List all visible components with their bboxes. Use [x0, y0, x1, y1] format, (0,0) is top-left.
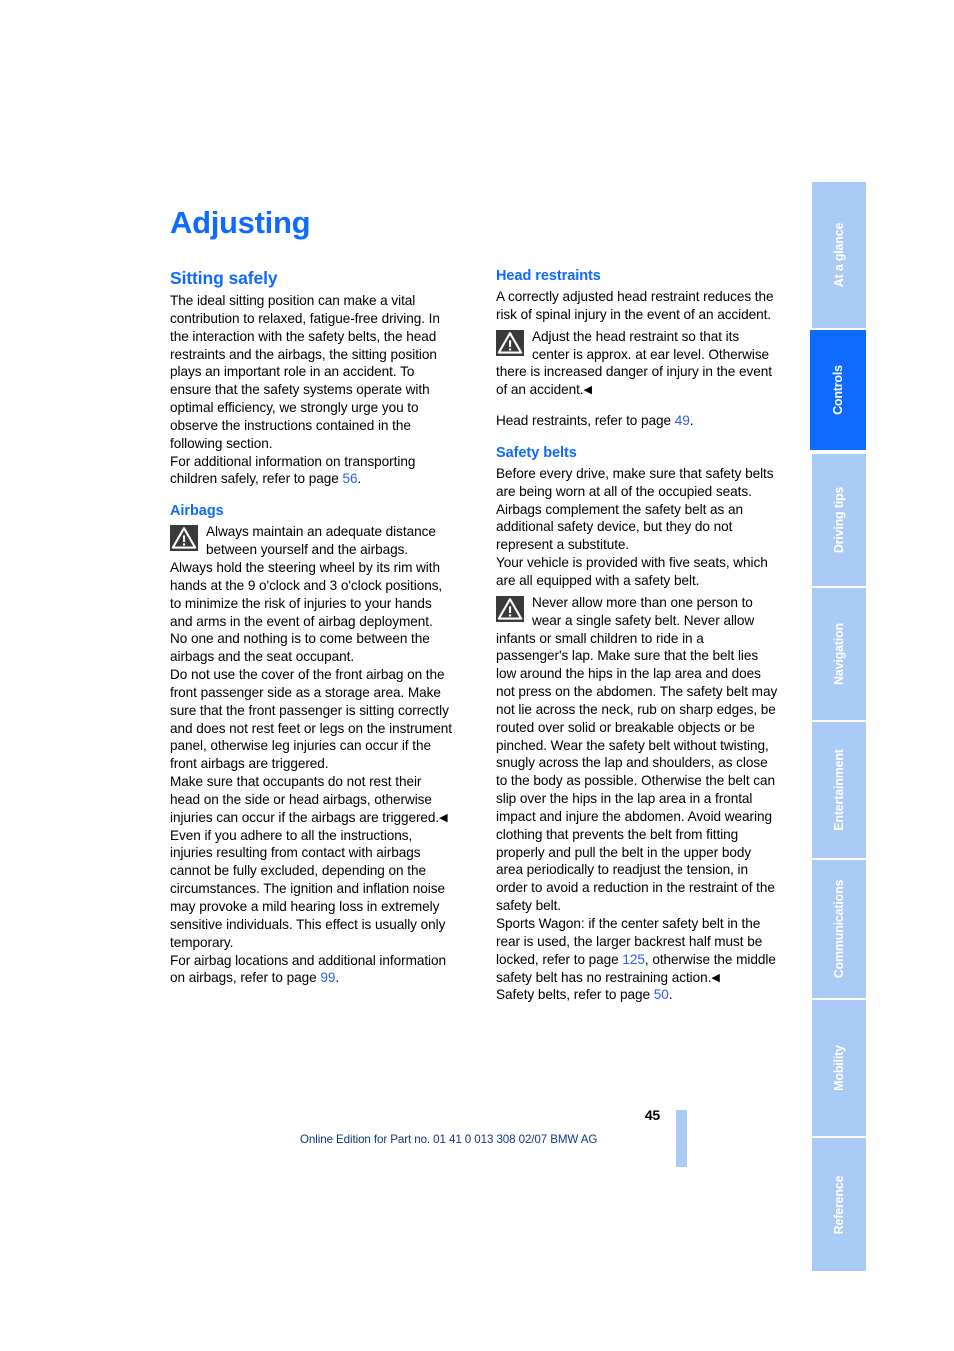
airbags-warning-text-4-wrapper: Make sure that occupants do not rest the… — [170, 773, 452, 827]
children-ref-text: For additional information on transporti… — [170, 453, 416, 487]
head-restraints-warning-text: Adjust the head restraint so that its ce… — [496, 328, 772, 398]
page-link-56[interactable]: 56 — [342, 471, 357, 486]
page-link-125[interactable]: 125 — [622, 952, 645, 967]
page-content: Adjusting Sitting safely The ideal sitti… — [170, 205, 778, 1004]
airbags-page-reference: For airbag locations and additional info… — [170, 952, 452, 988]
safety-belts-seats-paragraph: Your vehicle is provided with five seats… — [496, 555, 768, 588]
manual-page: Adjusting Sitting safely The ideal sitti… — [0, 0, 954, 1351]
airbags-ref-suffix: . — [335, 970, 340, 986]
airbags-warning-block: Always maintain an adequate distance bet… — [170, 523, 452, 630]
warning-end-marker-icon: ◀ — [439, 811, 448, 824]
warning-end-marker-icon: ◀ — [583, 384, 592, 397]
sidebar-tab-communications[interactable]: Communications — [812, 858, 866, 998]
sidebar-tab-controls[interactable]: Controls — [810, 328, 866, 452]
page-link-49[interactable]: 49 — [675, 413, 690, 428]
safety-belts-wagon-paragraph: Sports Wagon: if the center safety belt … — [496, 915, 778, 986]
subsection-heading-safety-belts: Safety belts — [496, 444, 577, 461]
safety-belts-page-reference: Safety belts, refer to page 50. — [496, 986, 778, 1004]
page-link-99[interactable]: 99 — [320, 970, 335, 985]
sidebar-tab-label: Driving tips — [832, 486, 846, 554]
sidebar-tab-label: Controls — [831, 365, 845, 415]
subsection-heading-airbags: Airbags — [170, 503, 224, 520]
page-number-accent-bar — [676, 1110, 687, 1167]
sidebar-tab-label: Entertainment — [832, 749, 846, 831]
subsection-heading-head-restraints: Head restraints — [496, 268, 601, 284]
sidebar-tab-driving-tips[interactable]: Driving tips — [812, 452, 866, 586]
two-column-layout: Sitting safely The ideal sitting positio… — [170, 267, 778, 1004]
safety-belts-warning-block: Never allow more than one person to wear… — [496, 594, 778, 915]
warning-triangle-icon — [496, 595, 524, 622]
left-column: Sitting safely The ideal sitting positio… — [170, 267, 452, 987]
safety-belts-intro: Before every drive, make sure that safet… — [496, 465, 774, 553]
safety-belts-warning-text: Never allow more than one person to wear… — [496, 594, 778, 914]
airbags-warning-text-4: Make sure that occupants do not rest the… — [170, 774, 440, 825]
sidebar-tab-at-a-glance[interactable]: At a glance — [812, 182, 866, 328]
sidebar-tab-label: Navigation — [832, 623, 846, 685]
head-restraints-intro: A correctly adjusted head restraint redu… — [496, 289, 774, 322]
sidebar-tab-mobility[interactable]: Mobility — [812, 998, 866, 1136]
airbags-note-paragraph: Even if you adhere to all the instructio… — [170, 827, 446, 950]
sidebar-tab-label: At a glance — [832, 222, 846, 288]
chapter-register-sidebar: At a glance Controls Driving tips Naviga… — [810, 182, 866, 1271]
page-title: Adjusting — [170, 205, 311, 240]
right-column: Head restraints A correctly adjusted hea… — [496, 267, 778, 1004]
sidebar-tab-navigation[interactable]: Navigation — [812, 586, 866, 720]
head-restraints-warning-block: Adjust the head restraint so that its ce… — [496, 328, 778, 399]
footer-edition-note: Online Edition for Part no. 01 41 0 013 … — [300, 1133, 598, 1146]
airbags-ref-text: For airbag locations and additional info… — [170, 952, 447, 986]
safety-belts-ref-text: Safety belts, refer to page — [496, 987, 654, 1003]
head-restraints-page-reference: Head restraints, refer to page 49. — [496, 412, 778, 430]
warning-triangle-icon — [496, 329, 524, 356]
sidebar-tab-entertainment[interactable]: Entertainment — [812, 720, 866, 858]
airbags-warning-text: Always maintain an adequate distance bet… — [170, 524, 443, 629]
sidebar-tab-label: Reference — [832, 1175, 846, 1234]
sidebar-tab-label: Mobility — [832, 1045, 846, 1091]
airbags-warning-text-3: Do not use the cover of the front airbag… — [170, 667, 453, 772]
sidebar-tab-label: Communications — [832, 879, 846, 979]
sidebar-tab-reference[interactable]: Reference — [812, 1136, 866, 1271]
head-restraints-ref-text: Head restraints, refer to page — [496, 413, 675, 429]
page-link-50[interactable]: 50 — [654, 987, 669, 1002]
warning-triangle-icon — [170, 525, 198, 552]
section-heading-sitting-safely: Sitting safely — [170, 268, 278, 288]
page-number: 45 — [644, 1107, 660, 1123]
children-page-reference: For additional information on transporti… — [170, 453, 452, 489]
warning-end-marker-icon: ◀ — [711, 971, 720, 984]
airbags-warning-text-2: No one and nothing is to come between th… — [170, 631, 430, 665]
safety-belts-ref-suffix: . — [668, 987, 673, 1003]
head-restraints-ref-suffix: . — [689, 413, 694, 429]
children-ref-suffix: . — [357, 471, 362, 487]
sitting-safely-intro-paragraph: The ideal sitting position can make a vi… — [170, 293, 440, 451]
